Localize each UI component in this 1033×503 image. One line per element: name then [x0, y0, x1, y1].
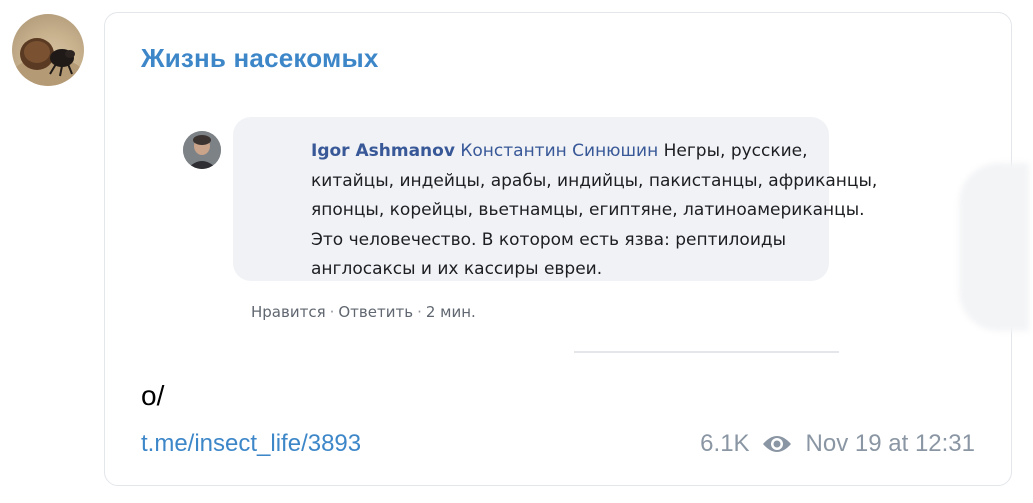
comment-author: Igor Ashmanov [311, 141, 455, 161]
post-meta: 6.1K Nov 19 at 12:31 [700, 430, 975, 458]
separator: · [417, 303, 422, 321]
channel-avatar[interactable] [12, 14, 84, 86]
post-photo[interactable]: Igor Ashmanov Константин Синюшин Негры, … [169, 113, 1029, 361]
commenter-avatar [183, 131, 221, 169]
comment-time: 2 мин. [425, 303, 476, 321]
comment-body: Негры, русские, китайцы, индейцы, арабы,… [311, 141, 878, 279]
post-link[interactable]: t.me/insect_life/3893 [141, 430, 361, 458]
separator: · [329, 303, 335, 321]
reply-link[interactable]: Ответить [338, 303, 413, 321]
view-count: 6.1K [700, 430, 750, 457]
channel-name[interactable]: Жизнь насекомых [141, 43, 379, 74]
eye-icon [762, 434, 792, 454]
post-text: o/ [141, 380, 165, 411]
message-card: Жизнь насекомых Igor Ashmanov Константин… [104, 12, 1029, 486]
post-date: Nov 19 at 12:31 [805, 430, 975, 457]
comment-mention: Константин Синюшин [460, 141, 659, 161]
comment-actions: Нравится · Ответить · 2 мин. [251, 303, 476, 321]
blurred-comment-edge [959, 163, 1029, 331]
like-link[interactable]: Нравится [251, 303, 326, 321]
beetle-image [14, 38, 82, 86]
person-icon [183, 131, 221, 169]
divider [574, 351, 839, 353]
comment-text: Igor Ashmanov Константин Синюшин Негры, … [311, 137, 891, 285]
comment-bubble: Igor Ashmanov Константин Синюшин Негры, … [233, 117, 877, 281]
